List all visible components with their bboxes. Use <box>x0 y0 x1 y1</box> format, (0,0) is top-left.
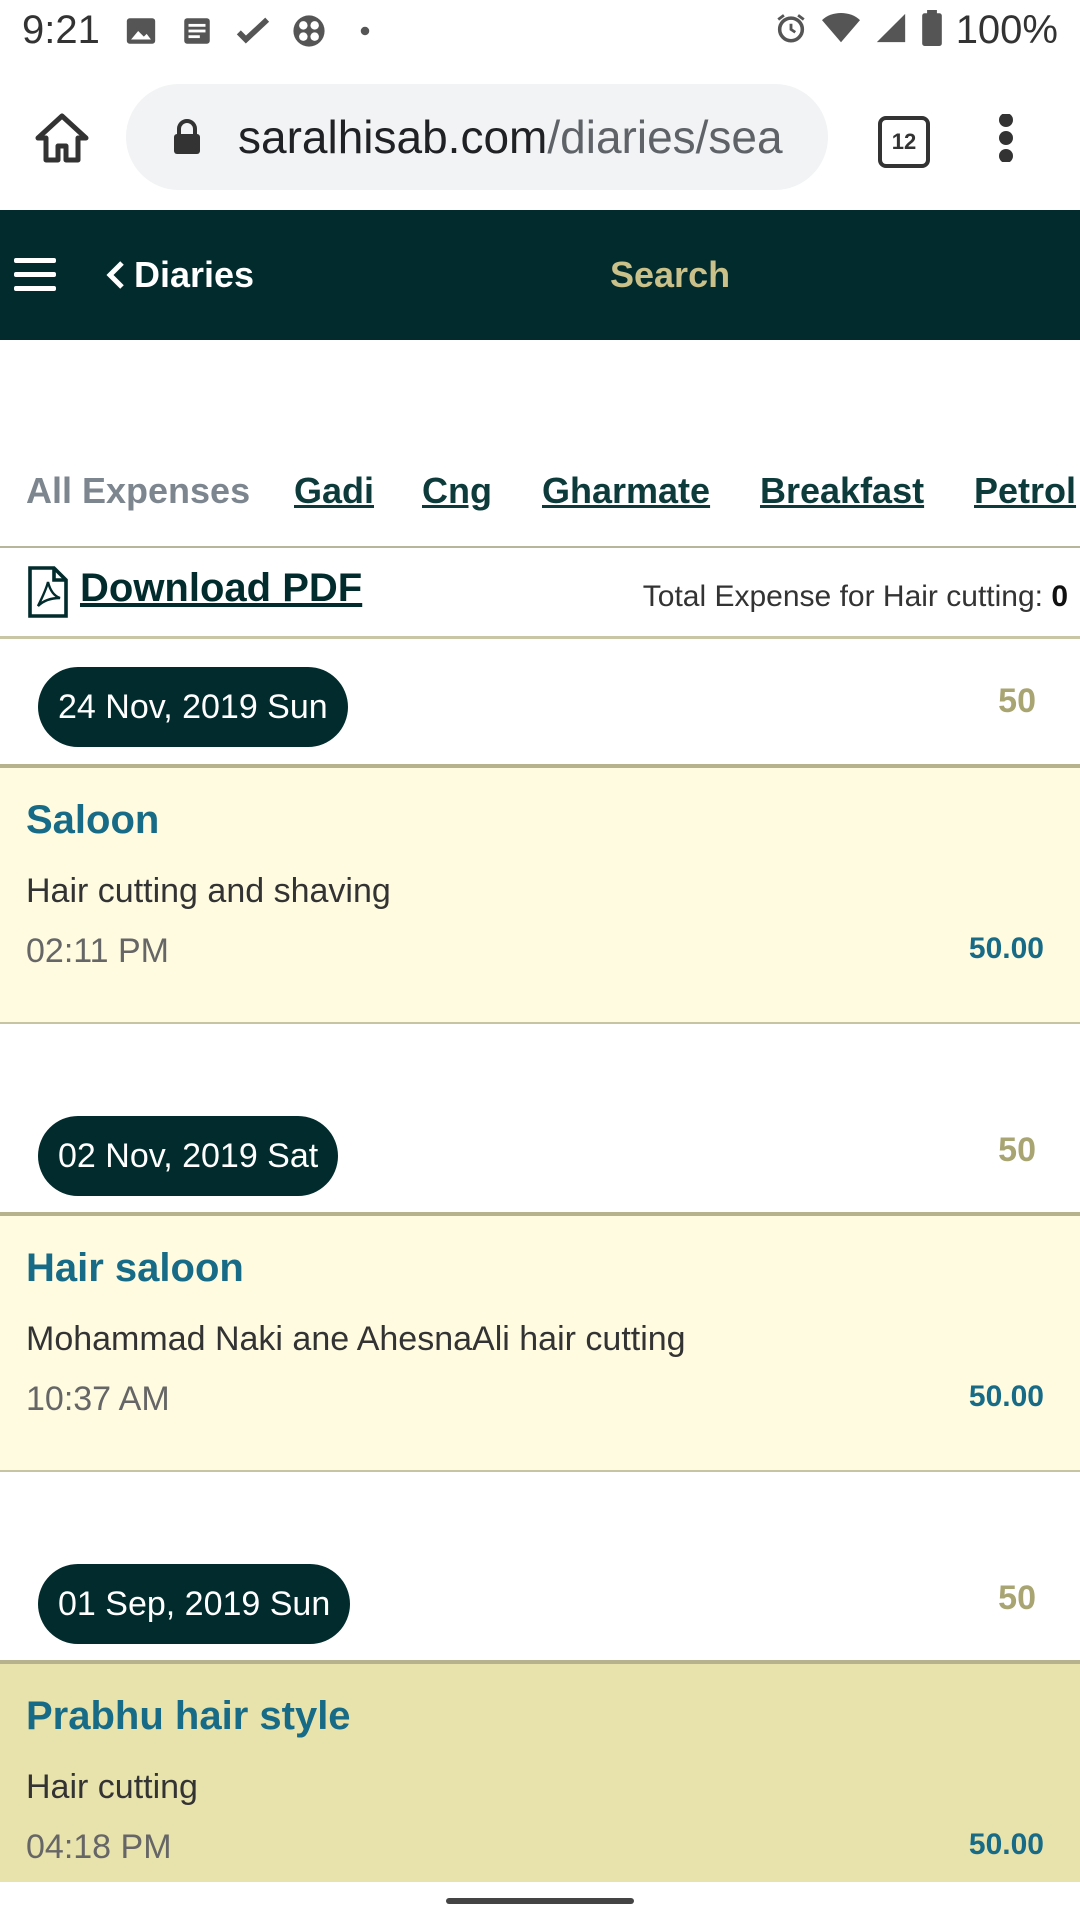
tab-cng[interactable]: Cng <box>422 470 492 512</box>
notification-icons <box>124 14 382 48</box>
app-header: Diaries Search <box>0 210 1080 340</box>
status-time: 9:21 <box>22 8 100 52</box>
news-icon <box>180 14 214 48</box>
date-badge: 24 Nov, 2019 Sun <box>38 667 348 747</box>
expense-entry[interactable]: Hair saloon Mohammad Naki ane AhesnaAli … <box>0 1212 1080 1472</box>
category-tabs: All Expenses Gadi Cng Gharmate Breakfast… <box>0 460 1080 548</box>
tab-petrol[interactable]: Petrol <box>974 470 1076 512</box>
url-text: saralhisab.com/diaries/sea <box>238 110 783 164</box>
wifi-icon <box>821 11 860 50</box>
date-badge: 02 Nov, 2019 Sat <box>38 1116 339 1196</box>
chevron-left-icon <box>106 261 124 289</box>
tab-switcher-button[interactable]: 12 <box>878 116 930 168</box>
expense-entry[interactable]: Saloon Hair cutting and shaving 02:11 PM… <box>0 764 1080 1024</box>
date-badge: 01 Sep, 2019 Sun <box>38 1564 351 1644</box>
entry-amount: 50.00 <box>968 1380 1044 1413</box>
back-label: Diaries <box>134 254 255 295</box>
entry-title: Prabhu hair style <box>26 1694 351 1738</box>
day-total: 50 <box>998 682 1036 720</box>
signal-icon <box>874 11 908 50</box>
home-button[interactable] <box>34 112 90 164</box>
page-title: Search <box>610 254 731 295</box>
status-right: 100% <box>774 8 1058 53</box>
home-icon <box>35 113 89 163</box>
alarm-icon <box>774 11 808 50</box>
more-vert-icon <box>999 113 1013 163</box>
app-icon <box>292 14 326 48</box>
entry-title: Hair saloon <box>26 1246 244 1290</box>
tab-all-expenses[interactable]: All Expenses <box>26 470 250 512</box>
download-pdf-link[interactable]: Download PDF <box>80 566 362 611</box>
check-icon <box>236 14 270 48</box>
menu-icon[interactable] <box>14 258 56 292</box>
day-total: 50 <box>998 1131 1036 1169</box>
browser-menu-button[interactable] <box>996 113 1016 163</box>
url-domain: saralhisab.com <box>238 111 548 163</box>
tab-breakfast[interactable]: Breakfast <box>760 470 924 512</box>
total-expense-value: 0 <box>1051 580 1068 613</box>
total-expense: Total Expense for Hair cutting: 0 <box>643 580 1068 614</box>
battery-icon <box>921 10 942 51</box>
address-bar[interactable]: saralhisab.com/diaries/sea <box>126 84 828 190</box>
browser-toolbar: saralhisab.com/diaries/sea 12 <box>0 66 1080 210</box>
entry-time: 10:37 AM <box>26 1380 170 1418</box>
entry-description: Mohammad Naki ane AhesnaAli hair cutting <box>26 1320 686 1358</box>
entry-title: Saloon <box>26 798 160 842</box>
battery-percent: 100% <box>955 8 1058 52</box>
back-to-diaries-link[interactable]: Diaries <box>106 254 254 296</box>
tab-gharmate[interactable]: Gharmate <box>542 470 710 512</box>
day-total: 50 <box>998 1579 1036 1617</box>
entry-amount: 50.00 <box>968 932 1044 965</box>
entry-amount: 50.00 <box>968 1828 1044 1861</box>
status-bar: 9:21 100% <box>0 0 1080 66</box>
entry-time: 02:11 PM <box>26 932 170 970</box>
expense-entry[interactable]: Prabhu hair style Hair cutting 04:18 PM … <box>0 1660 1080 1882</box>
gesture-nav-handle[interactable] <box>446 1898 634 1904</box>
entry-description: Hair cutting and shaving <box>26 872 391 910</box>
dot-icon <box>348 14 382 48</box>
entry-time: 04:18 PM <box>26 1828 172 1866</box>
url-path: /diaries/sea <box>547 111 783 163</box>
download-row: Download PDF Total Expense for Hair cutt… <box>0 548 1080 639</box>
total-expense-label: Total Expense for Hair cutting: <box>642 580 1052 613</box>
pdf-icon[interactable] <box>26 566 70 618</box>
lock-icon <box>172 118 202 156</box>
tab-gadi[interactable]: Gadi <box>294 470 374 512</box>
entry-description: Hair cutting <box>26 1768 198 1806</box>
image-icon <box>124 14 158 48</box>
